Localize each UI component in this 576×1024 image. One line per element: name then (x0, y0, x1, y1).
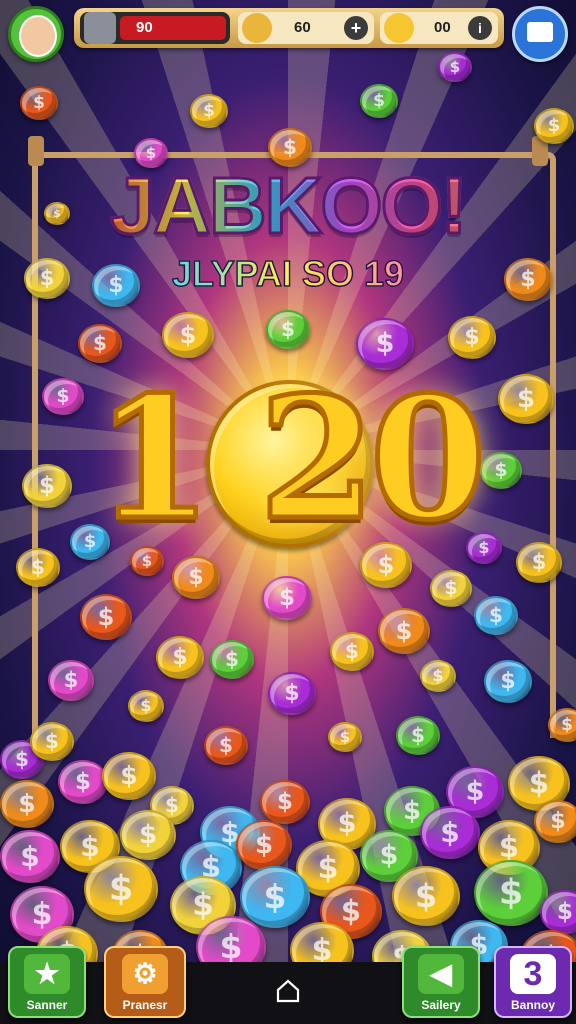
coin: $ (484, 660, 532, 703)
arrow-left-icon: ◀ (418, 954, 464, 994)
coin: $ (84, 856, 158, 922)
puzzle-icon (527, 22, 553, 42)
coin: $ (260, 780, 310, 824)
nav-button-bannoy[interactable]: 3 Bannoy (494, 946, 572, 1018)
coin: $ (236, 820, 292, 870)
coin: $ (210, 640, 254, 679)
add-gold-button[interactable]: + (344, 16, 368, 40)
jackpot-title: JABKOO! (0, 158, 576, 254)
nav-label-sanner: Sanner (26, 998, 68, 1012)
coin: $ (58, 760, 108, 804)
jackpot-subtitle: JLYPAI SO 19 (0, 252, 576, 296)
gems-slot: 00 i (380, 12, 498, 44)
gold-value: 60 (294, 19, 311, 36)
add-gems-button[interactable]: i (468, 16, 492, 40)
coin: $ (48, 660, 94, 701)
coin: $ (266, 310, 310, 349)
helmet-icon (84, 12, 116, 44)
coin: $ (0, 830, 60, 883)
coin: $ (190, 94, 228, 128)
coin: $ (78, 324, 122, 363)
coin: $ (474, 860, 548, 926)
coin: $ (128, 690, 164, 722)
gem-icon (384, 13, 414, 43)
coin: $ (516, 542, 562, 583)
avatar-icon (19, 15, 57, 57)
coin: $ (120, 810, 176, 860)
coin: $ (430, 570, 472, 607)
badge-number: 3 (510, 954, 556, 994)
coin: $ (438, 52, 472, 82)
coin: $ (20, 86, 58, 120)
gold-slot: 60 + (238, 12, 374, 44)
coin: $ (448, 316, 496, 359)
nav-label-pranesr: Pranesr (122, 998, 168, 1012)
coin: $ (268, 672, 316, 715)
nav-button-pranesr[interactable]: ⚙ Pranesr (104, 946, 186, 1018)
coin: $ (420, 660, 456, 692)
gear-icon: ⚙ (122, 954, 168, 994)
coin: $ (156, 636, 204, 679)
resource-bar: 90 60 + 00 i (74, 8, 504, 48)
knight-icon (242, 13, 272, 43)
star-icon: ★ (24, 954, 70, 994)
nav-button-sailery[interactable]: ◀ Sailery (402, 946, 480, 1018)
coin: $ (360, 84, 398, 118)
coin: $ (420, 806, 480, 859)
home-icon[interactable] (275, 978, 301, 1004)
coin: $ (102, 752, 156, 800)
coin: $ (0, 780, 54, 828)
coin: $ (16, 548, 60, 587)
coin: $ (328, 722, 362, 752)
coin: $ (204, 726, 248, 765)
nav-button-sanner[interactable]: ★ Sanner (8, 946, 86, 1018)
coin: $ (474, 596, 518, 635)
coin: $ (392, 866, 460, 926)
nav-label-bannoy: Bannoy (510, 998, 555, 1012)
coin: $ (240, 866, 310, 928)
coin: $ (80, 594, 132, 640)
coin: $ (534, 800, 576, 843)
coin: $ (172, 556, 220, 599)
coin: $ (30, 722, 74, 761)
menu-button[interactable] (512, 6, 568, 62)
coin: $ (378, 608, 430, 654)
player-avatar-button[interactable] (8, 6, 64, 62)
coin: $ (396, 716, 440, 755)
coin: $ (162, 312, 214, 358)
gems-value: 00 (434, 19, 451, 36)
health-slot: 90 (80, 12, 230, 44)
prize-amount: 1 20 (93, 359, 489, 557)
coin: $ (540, 890, 576, 934)
coin: $ (330, 632, 374, 671)
health-value: 90 (136, 19, 153, 36)
coin: $ (534, 108, 574, 144)
nav-label-sailery: Sailery (421, 998, 461, 1012)
coin: $ (262, 576, 312, 620)
